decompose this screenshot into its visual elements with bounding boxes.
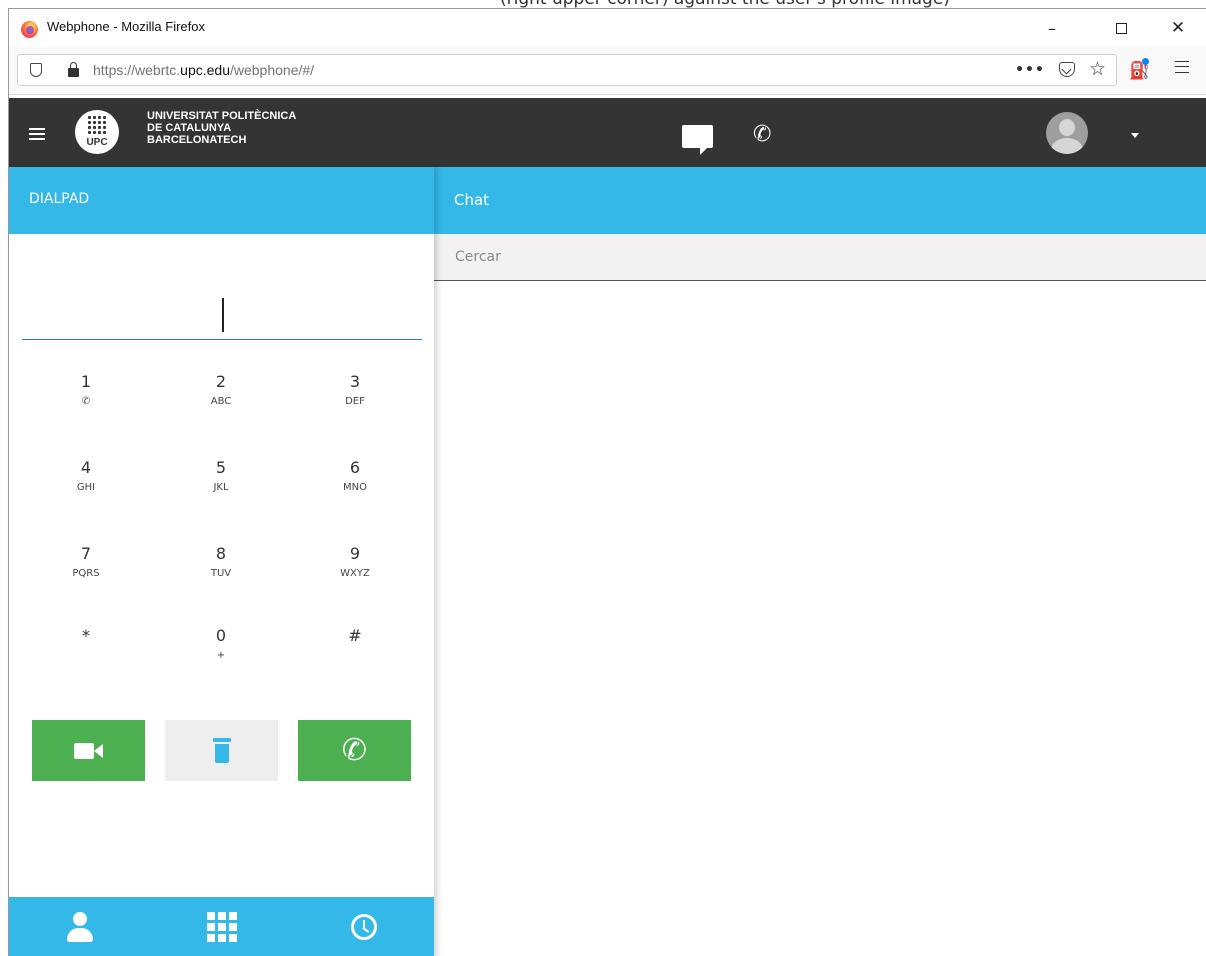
voicemail-phone-icon: ✆ <box>81 396 91 407</box>
extension-badge <box>1142 58 1149 65</box>
upc-logo-grid <box>88 116 106 134</box>
firefox-logo-icon <box>21 21 38 38</box>
key-digit: 7 <box>80 544 92 563</box>
chat-header: Chat <box>434 167 1206 234</box>
chat-title: Chat <box>454 191 490 209</box>
video-call-button[interactable] <box>32 720 145 781</box>
university-name-line2: DE CATALUNYA <box>147 122 232 134</box>
bookmark-star-icon[interactable]: ☆ <box>1089 60 1106 79</box>
key-6[interactable]: 6 MNO <box>300 458 410 518</box>
upc-logo[interactable]: UPC <box>75 110 119 154</box>
audio-call-button[interactable]: ✆ <box>298 720 411 781</box>
tracking-protection-icon[interactable] <box>30 63 42 77</box>
key-1[interactable]: 1 ✆ <box>31 372 141 432</box>
key-digit: 5 <box>215 458 227 477</box>
university-name-line1: UNIVERSITAT POLITÈCNICA <box>147 110 297 122</box>
key-letters: JKL <box>213 482 229 493</box>
url-host: upc.edu <box>180 62 230 78</box>
key-2[interactable]: 2 ABC <box>166 372 276 432</box>
key-digit: 0 <box>215 626 227 645</box>
search-input[interactable] <box>434 234 1206 280</box>
key-letters: PQRS <box>72 568 100 579</box>
key-letters: GHI <box>76 482 96 493</box>
dialpad-title: DIALPAD <box>29 191 90 207</box>
video-camera-icon <box>73 742 104 759</box>
key-0[interactable]: 0 + <box>166 626 276 686</box>
dialpad-tab[interactable] <box>151 897 292 956</box>
app-header: UPC UNIVERSITAT POLITÈCNICA DE CATALUNYA… <box>9 98 1206 167</box>
browser-window: Webphone - Mozilla Firefox – ✕ https://w… <box>8 8 1206 956</box>
lock-icon[interactable] <box>68 62 79 77</box>
history-icon <box>350 914 377 940</box>
key-digit: 3 <box>349 372 361 391</box>
phone-icon: ✆ <box>341 732 368 768</box>
address-bar[interactable]: https://webrtc.upc.edu/webphone/#/ ••• ☆ <box>17 54 1117 86</box>
title-bar: Webphone - Mozilla Firefox – ✕ <box>9 9 1206 47</box>
trash-icon <box>212 737 231 764</box>
key-digit: 1 <box>80 372 92 391</box>
key-star[interactable]: * <box>31 626 141 686</box>
key-hash[interactable]: # <box>300 626 410 686</box>
hamburger-menu-icon[interactable] <box>29 128 45 140</box>
key-5[interactable]: 5 JKL <box>166 458 276 518</box>
key-7[interactable]: 7 PQRS <box>31 544 141 604</box>
browser-toolbar: https://webrtc.upc.edu/webphone/#/ ••• ☆… <box>9 47 1206 95</box>
person-icon <box>66 912 93 942</box>
chevron-down-icon[interactable] <box>1131 133 1139 138</box>
phone-icon[interactable]: ✆ <box>753 122 771 147</box>
university-name-line3: BARCELONATECH <box>147 134 247 146</box>
close-button[interactable]: ✕ <box>1155 11 1201 45</box>
grid-icon <box>206 912 237 942</box>
key-9[interactable]: 9 WXYZ <box>300 544 410 604</box>
chat-search <box>434 234 1206 281</box>
university-name: UNIVERSITAT POLITÈCNICA DE CATALUNYA BAR… <box>147 110 296 146</box>
maximize-icon <box>1115 22 1127 34</box>
browser-menu-icon[interactable] <box>1175 61 1189 73</box>
key-letters: ABC <box>210 396 232 407</box>
url-path: /webphone/#/ <box>229 62 315 78</box>
minimize-button[interactable]: – <box>1029 11 1075 45</box>
window-title: Webphone - Mozilla Firefox <box>47 19 205 34</box>
text-cursor <box>222 298 224 332</box>
key-digit: * <box>82 626 90 645</box>
bottom-nav <box>9 897 434 956</box>
key-digit: 8 <box>215 544 227 563</box>
key-8[interactable]: 8 TUV <box>166 544 276 604</box>
chat-icon[interactable] <box>682 125 713 155</box>
maximize-button[interactable] <box>1098 11 1144 45</box>
key-letters: + <box>216 650 226 661</box>
pocket-icon[interactable] <box>1058 62 1075 77</box>
dialpad-panel: DIALPAD 1 ✆ 2 ABC 3 DEF 4 GHI 5 JKL 6 MNO 7 PQR… <box>9 167 434 956</box>
key-digit: # <box>348 626 362 645</box>
key-3[interactable]: 3 DEF <box>300 372 410 432</box>
key-letters: WXYZ <box>340 568 370 579</box>
key-digit: 2 <box>215 372 227 391</box>
key-digit: 4 <box>80 458 92 477</box>
key-4[interactable]: 4 GHI <box>31 458 141 518</box>
url-text[interactable]: https://webrtc.upc.edu/webphone/#/ <box>93 62 314 78</box>
history-tab[interactable] <box>293 897 434 956</box>
key-letters: TUV <box>210 568 232 579</box>
key-digit: 6 <box>349 458 361 477</box>
contacts-tab[interactable] <box>9 897 150 956</box>
key-letters: DEF <box>345 396 365 407</box>
user-avatar[interactable] <box>1046 112 1088 154</box>
dial-number-input[interactable] <box>22 280 422 340</box>
upc-logo-text: UPC <box>86 137 108 148</box>
dialpad-header: DIALPAD <box>9 167 434 234</box>
key-letters: MNO <box>343 482 367 493</box>
key-digit: 9 <box>349 544 361 563</box>
url-prefix: https://webrtc. <box>93 62 181 78</box>
page-actions: ••• ☆ <box>1015 60 1106 79</box>
page-actions-menu-icon[interactable]: ••• <box>1015 62 1045 78</box>
delete-digit-button[interactable] <box>165 720 278 781</box>
chat-panel: Chat <box>434 167 1206 956</box>
